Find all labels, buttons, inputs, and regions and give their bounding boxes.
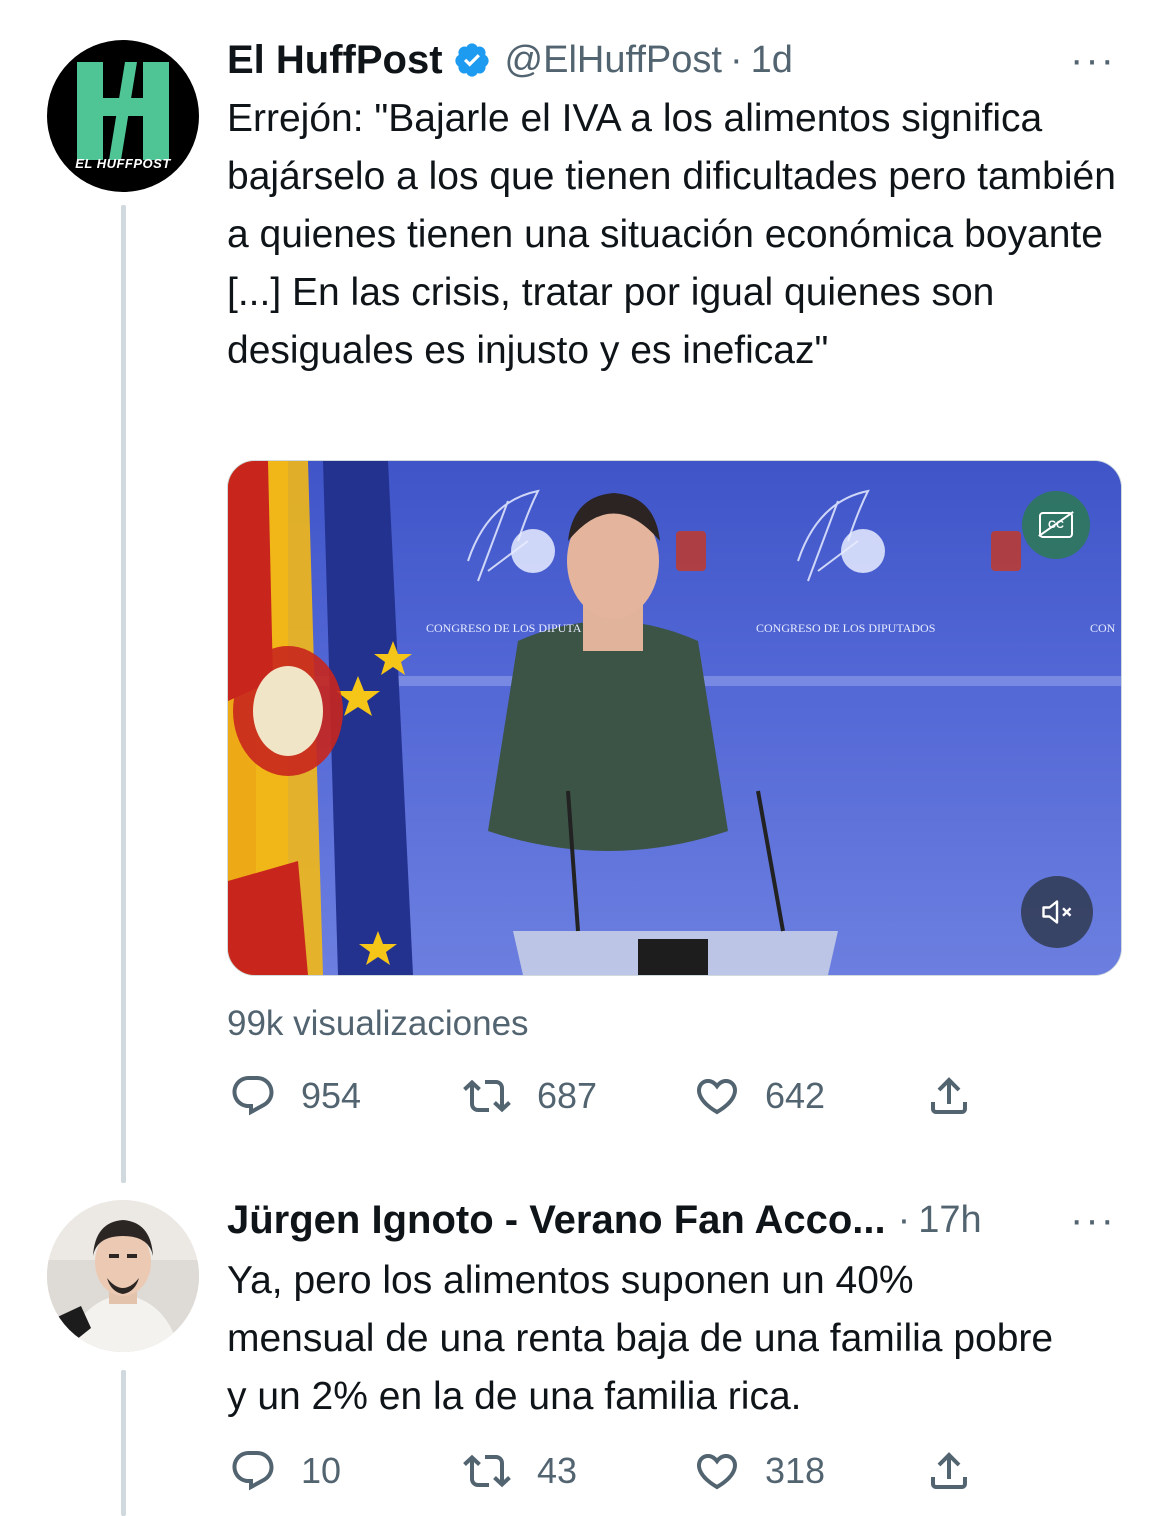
verified-badge-icon — [454, 43, 489, 77]
muted-speaker-icon — [1042, 900, 1072, 924]
mute-button[interactable] — [1021, 876, 1093, 948]
reply-button[interactable]: 954 — [229, 1072, 461, 1120]
like-count: 642 — [765, 1075, 826, 1116]
reply-header: Jürgen Ignoto - Verano Fan Acco... · 17h — [227, 1194, 982, 1246]
retweet-icon — [463, 1079, 511, 1113]
heart-icon — [696, 1454, 738, 1490]
reply-icon — [232, 1076, 274, 1116]
like-button[interactable]: 642 — [693, 1072, 925, 1120]
backdrop-text-1: CONGRESO DE LOS DIPUTA — [426, 621, 582, 635]
reply-avatar[interactable] — [47, 1200, 199, 1352]
reply-text: Ya, pero los alimentos suponen un 40% me… — [227, 1259, 1054, 1418]
video-frame — [228, 461, 1121, 975]
more-options-icon[interactable]: ··· — [1070, 40, 1116, 80]
author-name[interactable]: El HuffPost — [227, 38, 443, 83]
author-handle[interactable]: @ElHuffPost — [505, 39, 722, 82]
retweet-icon — [463, 1454, 511, 1488]
reply-retweet-button[interactable]: 43 — [461, 1447, 693, 1495]
share-button[interactable] — [925, 1072, 985, 1120]
backdrop-text-3: CON — [1090, 621, 1116, 635]
captions-button[interactable]: CC — [1022, 491, 1090, 559]
reply-more-options-icon[interactable]: ··· — [1070, 1200, 1116, 1240]
thread-line-bottom — [121, 1370, 126, 1516]
reply-reply-count: 10 — [301, 1450, 342, 1491]
reply-icon — [232, 1451, 274, 1491]
heart-icon — [696, 1079, 738, 1115]
tweet-text: Errejón: "Bajarle el IVA a los alimentos… — [227, 97, 1116, 372]
retweet-count: 687 — [537, 1075, 598, 1116]
reply-time[interactable]: 17h — [918, 1199, 981, 1242]
cc-icon: CC — [1038, 511, 1074, 538]
reply-author-name[interactable]: Jürgen Ignoto - Verano Fan Acco... — [227, 1198, 886, 1243]
reply-like-count: 318 — [765, 1450, 826, 1491]
reply-reply-button[interactable]: 10 — [229, 1447, 461, 1495]
reply-retweet-count: 43 — [537, 1450, 578, 1491]
tweet-actions: 954 687 642 — [229, 1072, 985, 1120]
share-icon — [931, 1452, 967, 1489]
huffpost-avatar[interactable]: EL HUFFPOST — [47, 40, 199, 192]
separator-dot: · — [729, 38, 743, 81]
tweet-video[interactable]: CONGRESO DE LOS DIPUTA CONGRESO DE LOS D… — [227, 460, 1122, 976]
reply-actions: 10 43 318 — [229, 1447, 985, 1495]
reply-share-button[interactable] — [925, 1447, 985, 1495]
reply-like-button[interactable]: 318 — [693, 1447, 925, 1495]
cartoon-portrait-image — [47, 1200, 199, 1352]
tweet-time[interactable]: 1d — [751, 39, 793, 82]
retweet-button[interactable]: 687 — [461, 1072, 693, 1120]
backdrop-text-2: CONGRESO DE LOS DIPUTADOS — [756, 621, 936, 635]
view-count: 99k visualizaciones — [227, 1004, 529, 1043]
reply-separator-dot: · — [897, 1198, 911, 1241]
avatar-brand-text: EL HUFFPOST — [75, 156, 171, 171]
tweet-header: El HuffPost @ElHuffPost · 1d — [227, 34, 793, 86]
reply-count: 954 — [301, 1075, 362, 1116]
share-icon — [931, 1077, 967, 1114]
thread-line-top — [121, 205, 126, 1183]
